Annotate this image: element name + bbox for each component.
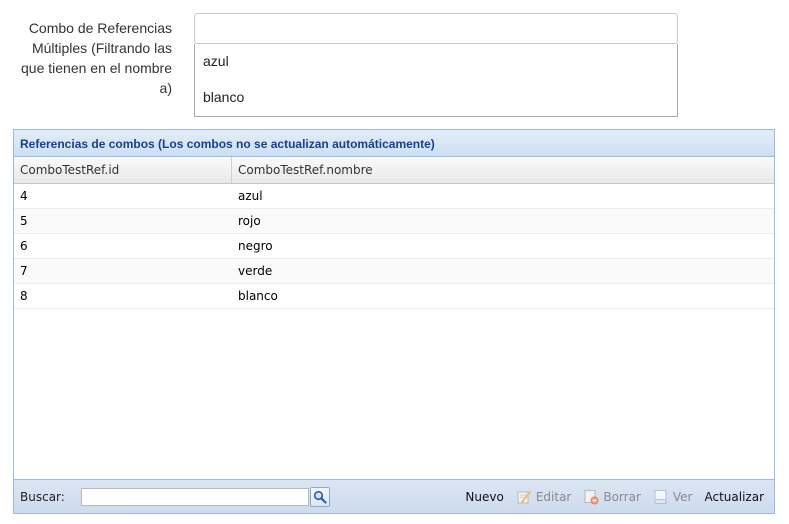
combo-option-blanco[interactable]: blanco — [195, 80, 677, 116]
cell-id: 5 — [20, 214, 28, 228]
view-button[interactable]: Ver — [653, 489, 693, 505]
delete-button[interactable]: Borrar — [583, 489, 641, 505]
delete-button-label: Borrar — [603, 489, 641, 504]
edit-icon — [517, 490, 531, 503]
grid-title: Referencias de combos (Los combos no se … — [14, 130, 774, 157]
cell-nombre: azul — [238, 189, 263, 203]
table-row[interactable]: 4 azul — [14, 184, 774, 209]
new-button[interactable]: Nuevo — [465, 490, 503, 504]
grid-header: ComboTestRef.id ComboTestRef.nombre — [14, 157, 774, 184]
new-button-label: Nuevo — [465, 489, 504, 504]
combo-dropdown-list: azul blanco — [194, 44, 678, 117]
cell-id: 7 — [20, 264, 28, 278]
references-grid-panel: Referencias de combos (Los combos no se … — [13, 129, 775, 514]
search-label: Buscar: — [20, 489, 65, 504]
cell-nombre: negro — [238, 239, 273, 253]
refresh-button[interactable]: Actualizar — [704, 490, 764, 504]
view-button-label: Ver — [672, 489, 693, 504]
combo-label: Combo de Referencias Múltiples (Filtrand… — [21, 20, 172, 96]
view-icon — [654, 489, 667, 504]
table-row[interactable]: 8 blanco — [14, 284, 774, 309]
combo-option-azul[interactable]: azul — [195, 44, 677, 80]
table-row[interactable]: 6 negro — [14, 234, 774, 259]
grid-toolbar: Buscar: Nuevo Editar Borrar Ver Actualiz… — [14, 479, 774, 513]
grid-body: 4 azul 5 rojo 6 negro 7 verde 8 blanco — [14, 184, 774, 479]
table-row[interactable]: 5 rojo — [14, 209, 774, 234]
refresh-button-label: Actualizar — [704, 489, 764, 504]
cell-nombre: blanco — [238, 289, 278, 303]
table-row[interactable]: 7 verde — [14, 259, 774, 284]
cell-id: 6 — [20, 239, 28, 253]
edit-button-label: Editar — [535, 489, 572, 504]
cell-nombre: verde — [238, 264, 273, 278]
magnifier-icon — [313, 490, 327, 504]
column-header-id[interactable]: ComboTestRef.id — [14, 157, 232, 183]
edit-button[interactable]: Editar — [516, 489, 572, 505]
delete-icon — [584, 489, 599, 504]
column-header-nombre[interactable]: ComboTestRef.nombre — [232, 157, 774, 183]
search-button[interactable] — [309, 486, 330, 507]
combo-input[interactable] — [194, 13, 678, 44]
search-input[interactable] — [80, 487, 309, 506]
cell-id: 4 — [20, 189, 28, 203]
cell-nombre: rojo — [238, 214, 261, 228]
cell-id: 8 — [20, 289, 28, 303]
